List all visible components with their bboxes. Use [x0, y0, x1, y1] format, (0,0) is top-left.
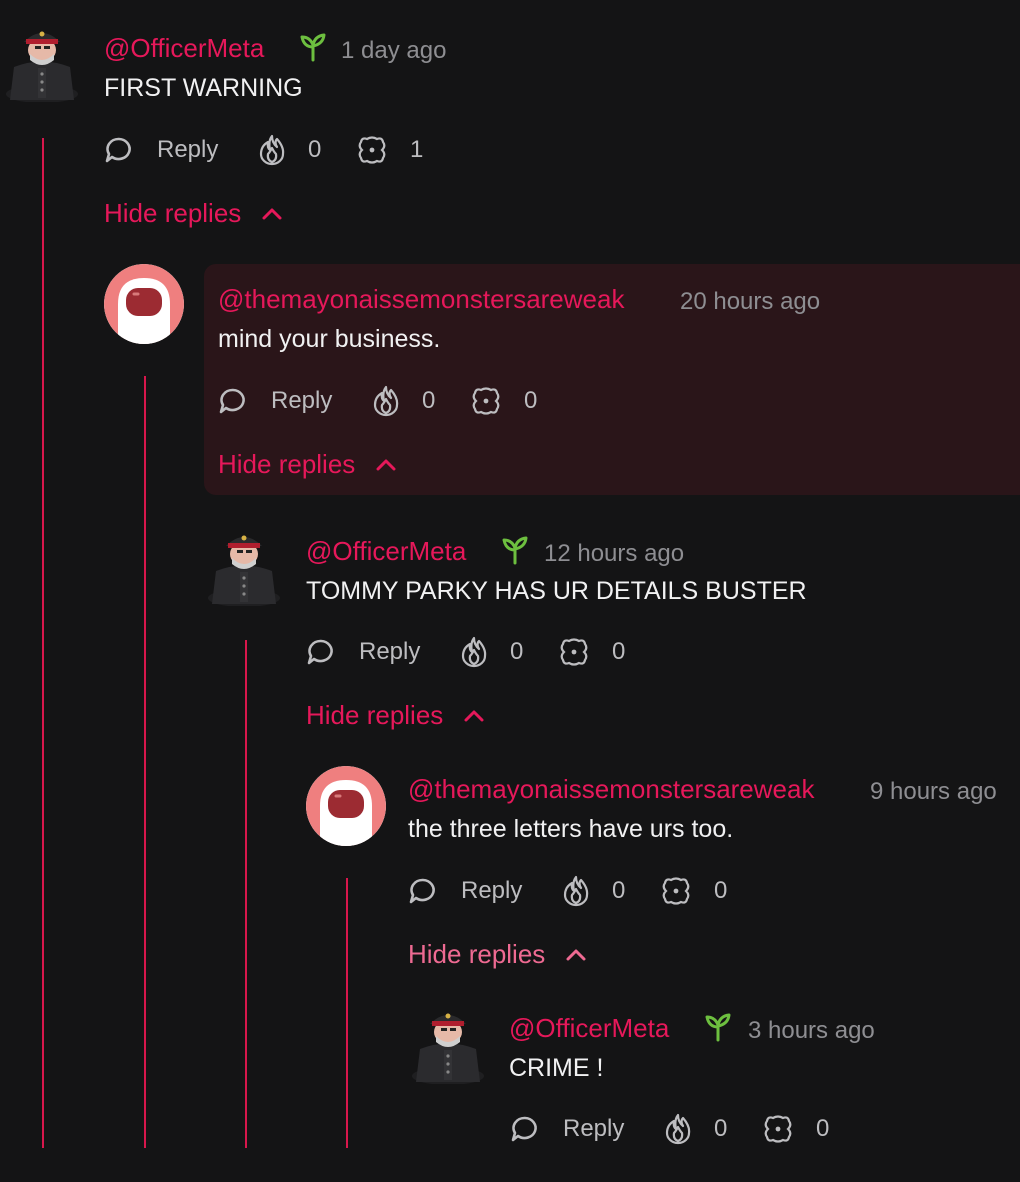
comment-timestamp: 3 hours ago — [748, 1017, 875, 1044]
comment-text: CRIME ! — [509, 1054, 604, 1082]
sprout-icon — [703, 1012, 733, 1042]
splat-icon — [764, 1115, 792, 1143]
like-button[interactable]: 0 — [664, 1109, 727, 1149]
officer-avatar[interactable] — [408, 1004, 488, 1085]
reaction-button[interactable]: 0 — [764, 1109, 829, 1149]
flame-icon — [665, 1113, 691, 1145]
comment-actions: Reply 0 0 — [510, 1109, 910, 1149]
comment: @OfficerMeta 3 hours ago CRIME ! Reply 0… — [0, 0, 1020, 1182]
reply-button[interactable]: Reply — [510, 1109, 624, 1149]
speech-bubble-icon — [511, 1116, 537, 1142]
like-count: 0 — [714, 1115, 728, 1142]
reaction-count: 0 — [816, 1115, 830, 1142]
reply-label: Reply — [563, 1115, 625, 1142]
comment-username[interactable]: @OfficerMeta — [509, 1013, 669, 1044]
